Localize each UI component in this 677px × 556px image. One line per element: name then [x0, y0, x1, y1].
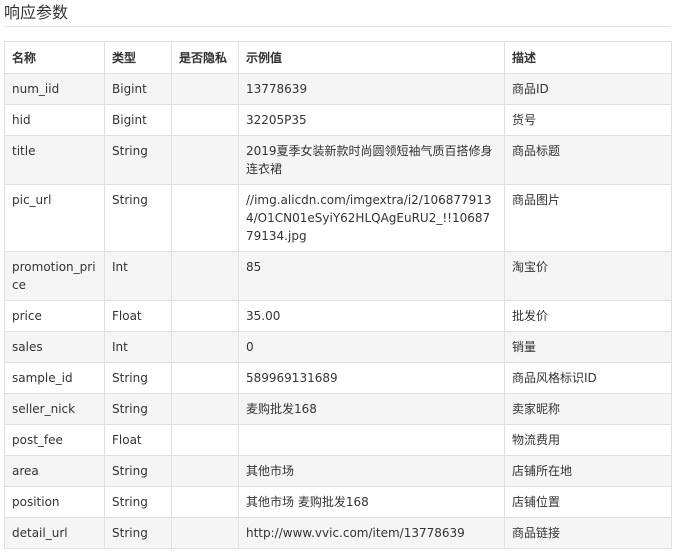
param-example: 13778639	[238, 73, 505, 105]
param-private	[171, 135, 239, 185]
param-description: 商品标题	[504, 135, 672, 185]
param-type: Int	[104, 331, 172, 363]
param-type: String	[104, 517, 172, 549]
param-example: 35.00	[238, 300, 505, 332]
param-description: 卖家昵称	[504, 393, 672, 425]
param-name: position	[4, 486, 105, 518]
table-row: detail_url String http://www.vvic.com/it…	[4, 517, 672, 549]
param-description: 商品ID	[504, 73, 672, 105]
table-row: hid Bigint 32205P35 货号	[4, 104, 672, 136]
param-type: String	[104, 486, 172, 518]
param-description: 物流费用	[504, 424, 672, 456]
param-name: detail_url	[4, 517, 105, 549]
param-example: //img.alicdn.com/imgextra/i2/1068779134/…	[238, 184, 505, 252]
param-example: 589969131689	[238, 362, 505, 394]
param-private	[171, 486, 239, 518]
param-example: 32205P35	[238, 104, 505, 136]
param-description: 销量	[504, 331, 672, 363]
param-private	[171, 393, 239, 425]
param-description: 商品图片	[504, 184, 672, 252]
param-type: String	[104, 362, 172, 394]
param-description: 批发价	[504, 300, 672, 332]
table-row: pic_url String //img.alicdn.com/imgextra…	[4, 184, 672, 252]
param-private	[171, 331, 239, 363]
param-description: 货号	[504, 104, 672, 136]
param-private	[171, 362, 239, 394]
table-row: title String 2019夏季女装新款时尚圆领短袖气质百搭修身连衣裙 商…	[4, 135, 672, 185]
param-type: Float	[104, 300, 172, 332]
table-row: price Float 35.00 批发价	[4, 300, 672, 332]
param-name: num_iid	[4, 73, 105, 105]
param-example: 麦购批发168	[238, 393, 505, 425]
param-name: title	[4, 135, 105, 185]
response-params-table: 名称 类型 是否隐私 示例值 描述 num_iid Bigint 1377863…	[4, 41, 672, 549]
section-title: 响应参数	[4, 3, 69, 22]
param-name: sales	[4, 331, 105, 363]
param-example: 0	[238, 331, 505, 363]
param-type: Bigint	[104, 73, 172, 105]
param-description: 淘宝价	[504, 251, 672, 301]
param-name: pic_url	[4, 184, 105, 252]
param-private	[171, 104, 239, 136]
table-row: position String 其他市场 麦购批发168 店铺位置	[4, 486, 672, 518]
param-type: String	[104, 184, 172, 252]
param-private	[171, 251, 239, 301]
header-name: 名称	[4, 41, 105, 74]
param-description: 店铺所在地	[504, 455, 672, 487]
param-private	[171, 517, 239, 549]
table-row: sample_id String 589969131689 商品风格标识ID	[4, 362, 672, 394]
table-row: sales Int 0 销量	[4, 331, 672, 363]
param-type: Int	[104, 251, 172, 301]
param-private	[171, 424, 239, 456]
param-example: 其他市场	[238, 455, 505, 487]
param-private	[171, 455, 239, 487]
param-type: Bigint	[104, 104, 172, 136]
param-name: hid	[4, 104, 105, 136]
param-example: 其他市场 麦购批发168	[238, 486, 505, 518]
title-divider	[4, 26, 670, 27]
param-description: 店铺位置	[504, 486, 672, 518]
param-description: 商品链接	[504, 517, 672, 549]
header-example: 示例值	[238, 41, 505, 74]
table-row: area String 其他市场 店铺所在地	[4, 455, 672, 487]
param-example: http://www.vvic.com/item/13778639	[238, 517, 505, 549]
param-description: 商品风格标识ID	[504, 362, 672, 394]
param-type: String	[104, 135, 172, 185]
param-type: Float	[104, 424, 172, 456]
header-description: 描述	[504, 41, 672, 74]
param-name: post_fee	[4, 424, 105, 456]
param-name: sample_id	[4, 362, 105, 394]
table-row: post_fee Float 物流费用	[4, 424, 672, 456]
page: 响应参数 名称 类型 是否隐私 示例值 描述 num_iid Bigint 13…	[0, 0, 677, 556]
header-type: 类型	[104, 41, 172, 74]
param-example: 85	[238, 251, 505, 301]
param-name: area	[4, 455, 105, 487]
param-private	[171, 73, 239, 105]
param-type: String	[104, 393, 172, 425]
param-name: seller_nick	[4, 393, 105, 425]
param-name: price	[4, 300, 105, 332]
header-private: 是否隐私	[171, 41, 239, 74]
param-type: String	[104, 455, 172, 487]
param-private	[171, 184, 239, 252]
param-example: 2019夏季女装新款时尚圆领短袖气质百搭修身连衣裙	[238, 135, 505, 185]
param-example	[238, 424, 505, 456]
table-header-row: 名称 类型 是否隐私 示例值 描述	[4, 41, 672, 74]
table-row: seller_nick String 麦购批发168 卖家昵称	[4, 393, 672, 425]
param-private	[171, 300, 239, 332]
table-row: promotion_price Int 85 淘宝价	[4, 251, 672, 301]
param-name: promotion_price	[4, 251, 105, 301]
table-row: num_iid Bigint 13778639 商品ID	[4, 73, 672, 105]
